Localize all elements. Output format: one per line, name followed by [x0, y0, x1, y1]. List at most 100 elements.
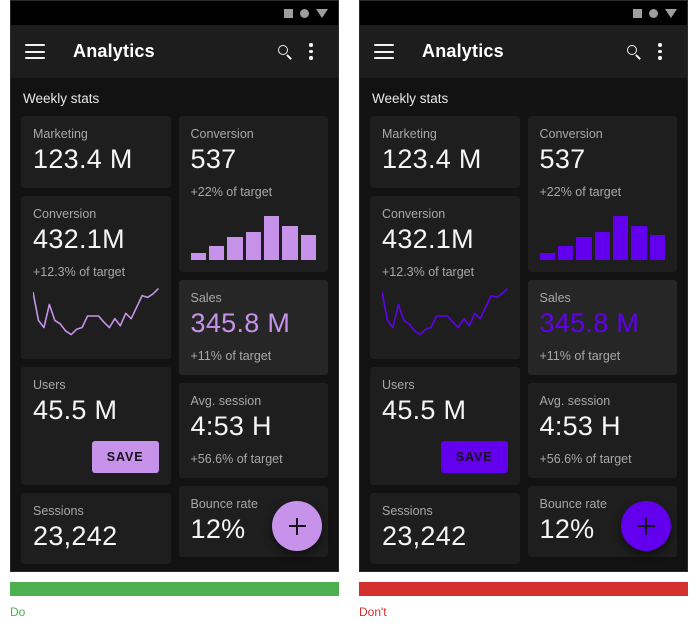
circle-icon	[649, 8, 658, 18]
section-title: Weekly stats	[23, 91, 100, 106]
card-conversion[interactable]: Conversion 432.1M +12.3% of target	[370, 195, 520, 359]
card-marketing[interactable]: Marketing 123.4 M	[370, 116, 520, 188]
save-button[interactable]: SAVE	[91, 440, 159, 473]
content-area: Weekly stats Marketing 123.4 M Conversio…	[360, 78, 687, 565]
bar-6	[282, 225, 298, 260]
card-sales[interactable]: Sales 345.8 M +11% of target	[527, 279, 677, 375]
plus-icon	[288, 517, 306, 535]
card-subtext: +22% of target	[190, 184, 273, 199]
card-label: Sessions	[33, 503, 84, 518]
status-bar	[360, 1, 687, 25]
circle-icon	[300, 8, 309, 18]
card-sessions[interactable]: Sessions 23,242	[370, 492, 520, 565]
card-value: 432.1M	[33, 223, 125, 254]
search-icon[interactable]	[272, 39, 298, 65]
button-row: SAVE	[382, 440, 508, 473]
square-icon	[284, 8, 293, 18]
bar-7	[649, 235, 666, 260]
triangle-down-icon	[316, 8, 328, 18]
card-value: 345.8 M	[190, 307, 291, 338]
bar-3	[576, 237, 592, 260]
section-title: Weekly stats	[372, 91, 449, 106]
cards-grid: Marketing 123.4 M Conversion 432.1M +12.…	[21, 116, 328, 565]
phone-frame: Analytics Weekly stats Marketing 123.4 M…	[10, 0, 339, 572]
card-value: 345.8 M	[539, 307, 640, 338]
verdict-bar	[10, 582, 339, 596]
card-users[interactable]: Users 45.5 M SAVE	[21, 366, 171, 485]
card-value: 123.4 M	[33, 144, 133, 174]
card-value: 23,242	[33, 520, 118, 551]
do-dont-comparison: Analytics Weekly stats Marketing 123.4 M…	[0, 0, 698, 640]
card-users[interactable]: Users 45.5 M SAVE	[370, 366, 520, 485]
card-label: Conversion	[33, 206, 97, 221]
more-vert-icon[interactable]	[647, 39, 673, 65]
more-vert-icon[interactable]	[298, 39, 324, 65]
bar-5	[612, 216, 629, 260]
button-row: SAVE	[33, 440, 159, 473]
card-value: 4:53 H	[190, 410, 272, 441]
verdict-label: Do	[10, 605, 26, 619]
card-conversion-bars[interactable]: Conversion 537 +22% of target	[527, 116, 677, 272]
search-icon[interactable]	[621, 39, 647, 65]
left-column: Marketing 123.4 M Conversion 432.1M +12.…	[21, 116, 171, 565]
bar-2	[208, 245, 225, 260]
card-label: Conversion	[382, 206, 446, 221]
add-fab-button[interactable]	[272, 501, 322, 551]
right-column: Conversion 537 +22% of target Sales 345.…	[527, 116, 677, 564]
card-label: Conversion	[190, 127, 254, 141]
card-avg-session[interactable]: Avg. session 4:53 H +56.6% of target	[178, 382, 328, 478]
status-bar	[11, 1, 338, 25]
right-column: Conversion 537 +22% of target Sales 345.…	[178, 116, 328, 564]
card-label: Sales	[190, 290, 222, 305]
app-bar: Analytics	[360, 25, 687, 78]
card-subtext: +56.6% of target	[539, 451, 632, 466]
triangle-down-icon	[665, 8, 677, 18]
card-subtext: +22% of target	[539, 184, 622, 199]
bar-7	[300, 235, 317, 260]
bar-1	[190, 252, 206, 260]
left-column: Marketing 123.4 M Conversion 432.1M +12.…	[370, 116, 520, 565]
card-subtext: +11% of target	[539, 348, 621, 363]
card-subtext: +56.6% of target	[190, 451, 283, 466]
verdict-bar	[359, 582, 688, 596]
sparkline-chart	[382, 285, 508, 347]
card-value: 123.4 M	[382, 144, 482, 174]
app-bar: Analytics	[11, 25, 338, 78]
card-label: Sessions	[382, 503, 433, 518]
card-avg-session[interactable]: Avg. session 4:53 H +56.6% of target	[527, 382, 677, 478]
card-value: 537	[539, 144, 586, 174]
card-label: Sales	[539, 290, 571, 305]
hamburger-icon[interactable]	[374, 44, 394, 59]
page-title: Analytics	[73, 41, 155, 61]
page-title: Analytics	[422, 41, 504, 61]
hamburger-icon[interactable]	[25, 44, 45, 59]
card-value: 23,242	[382, 520, 467, 551]
panel-dont: Analytics Weekly stats Marketing 123.4 M…	[349, 0, 698, 640]
card-value: 45.5 M	[33, 394, 118, 425]
card-subtext: +12.3% of target	[33, 264, 126, 279]
card-subtext: +11% of target	[190, 348, 272, 363]
card-conversion[interactable]: Conversion 432.1M +12.3% of target	[21, 195, 171, 359]
bar-chart	[190, 212, 317, 260]
card-value: 537	[190, 144, 237, 174]
card-value: 432.1M	[382, 223, 474, 254]
card-label: Avg. session	[539, 393, 611, 408]
card-value: 45.5 M	[382, 394, 467, 425]
phone-frame: Analytics Weekly stats Marketing 123.4 M…	[359, 0, 688, 572]
bar-4	[594, 231, 610, 260]
add-fab-button[interactable]	[621, 501, 671, 551]
cards-grid: Marketing 123.4 M Conversion 432.1M +12.…	[370, 116, 677, 565]
card-marketing[interactable]: Marketing 123.4 M	[21, 116, 171, 188]
bar-6	[631, 225, 647, 260]
panel-do: Analytics Weekly stats Marketing 123.4 M…	[0, 0, 349, 640]
card-sales[interactable]: Sales 345.8 M +11% of target	[178, 279, 328, 375]
card-sessions[interactable]: Sessions 23,242	[21, 492, 171, 565]
plus-icon	[637, 517, 655, 535]
card-label: Conversion	[539, 127, 603, 141]
bar-3	[227, 237, 243, 260]
card-conversion-bars[interactable]: Conversion 537 +22% of target	[178, 116, 328, 272]
square-icon	[633, 8, 642, 18]
bar-2	[557, 245, 574, 260]
content-area: Weekly stats Marketing 123.4 M Conversio…	[11, 78, 338, 565]
save-button[interactable]: SAVE	[440, 440, 508, 473]
